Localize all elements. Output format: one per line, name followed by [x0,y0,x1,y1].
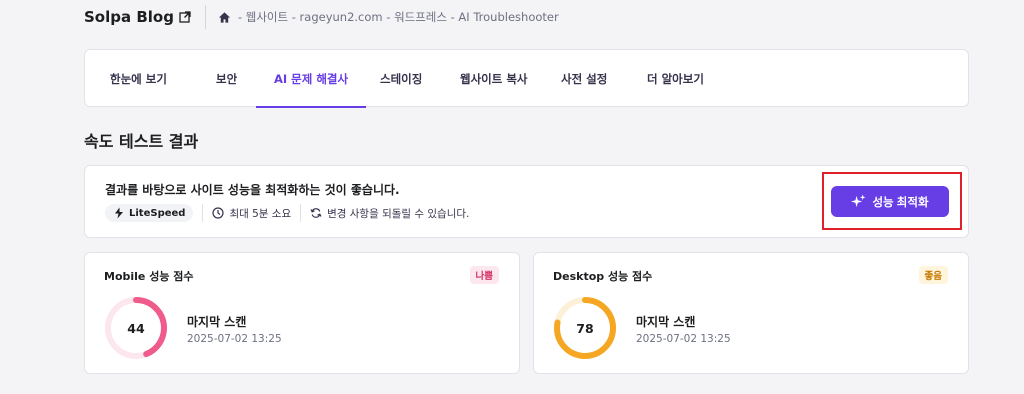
meta-divider [300,204,302,222]
desktop-score-value: 78 [576,320,594,336]
revert-text: 변경 사항을 되돌릴 수 있습니다. [327,207,470,220]
page-header: Solpa Blog - 웹사이트 - rageyun2.com - 워드프레스… [84,0,984,34]
meta-divider [202,204,204,222]
sparkle-icon [851,194,866,208]
desktop-score-card: Desktop 성능 점수 좋음 78 마지막 스캔 2025-07-02 13… [533,252,969,374]
desktop-scan-title: 마지막 스캔 [636,315,696,329]
breadcrumb-text[interactable]: - 웹사이트 - rageyun2.com - 워드프레스 - AI Troub… [238,9,559,25]
tab-overview[interactable]: 한눈에 보기 [110,50,167,107]
breadcrumb: - 웹사이트 - rageyun2.com - 워드프레스 - AI Troub… [218,9,559,25]
section-title: 속도 테스트 결과 [84,132,199,151]
mobile-scan-date: 2025-07-02 13:25 [187,333,282,345]
tabs-bar: 한눈에 보기 보안 AI 문제 해결사 스테이징 웹사이트 복사 사전 설정 더… [84,49,969,108]
tab-preset[interactable]: 사전 설정 [561,50,607,107]
optimize-meta: LiteSpeed 최대 5분 소요 변경 사항을 되돌릴 수 있습니다. [105,204,469,222]
duration-info: 최대 5분 소요 [212,206,291,221]
optimize-performance-button[interactable]: 성능 최적화 [831,186,949,217]
tab-ai-troubleshooter[interactable]: AI 문제 해결사 [255,50,367,108]
header-divider [204,5,206,29]
mobile-score-title: Mobile 성능 점수 [104,270,194,283]
revert-info: 변경 사항을 되돌릴 수 있습니다. [310,206,469,221]
desktop-scan-date: 2025-07-02 13:25 [636,333,731,345]
optimize-button-label[interactable]: 성능 최적화 [872,194,928,210]
mobile-score-card: Mobile 성능 점수 나쁨 44 마지막 스캔 2025-07-02 13:… [84,252,520,374]
litespeed-badge: LiteSpeed [105,204,194,222]
optimize-title: 결과를 바탕으로 사이트 성능을 최적화하는 것이 좋습니다. [105,183,400,197]
site-title[interactable]: Solpa Blog [84,8,174,26]
duration-text: 최대 5분 소요 [229,207,292,220]
desktop-score-title: Desktop 성능 점수 [553,270,653,283]
tab-learn-more[interactable]: 더 알아보기 [647,50,704,107]
site-title-link[interactable]: Solpa Blog [84,8,191,26]
tab-staging[interactable]: 스테이징 [380,50,422,107]
litespeed-label: LiteSpeed [129,207,186,219]
tab-website-copy[interactable]: 웹사이트 복사 [460,50,527,107]
litespeed-icon [115,207,123,219]
revert-icon [310,208,322,218]
clock-icon [212,207,225,219]
home-icon[interactable] [218,11,231,24]
mobile-status-badge: 나쁨 [469,266,499,284]
external-link-icon[interactable] [179,11,191,23]
mobile-scan-title: 마지막 스캔 [187,315,247,329]
tab-security[interactable]: 보안 [216,50,237,107]
desktop-status-badge: 좋음 [918,266,948,284]
mobile-score-value: 44 [127,320,145,336]
